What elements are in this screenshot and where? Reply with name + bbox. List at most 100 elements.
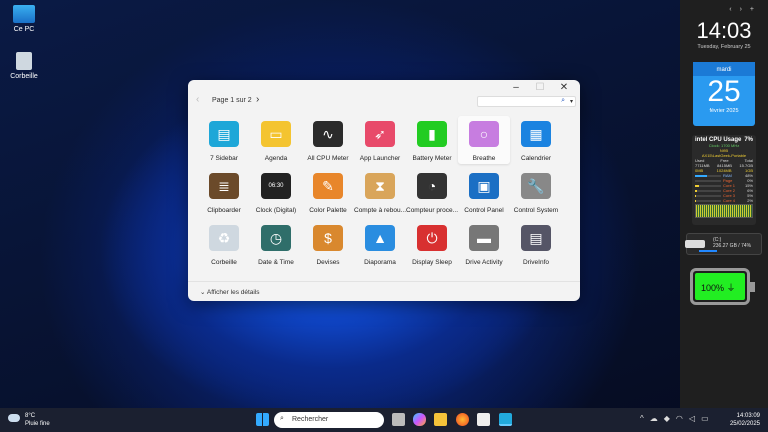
drive-usage-bar [699,250,717,252]
start-button[interactable] [256,413,269,426]
gadget-icon: $ [313,225,343,251]
gadget-item[interactable]: ≣ Clipboarder [198,168,250,216]
gadget-icon: ⧗ [365,173,395,199]
add-gadget-button[interactable]: + [750,6,762,13]
store-icon[interactable] [477,413,490,426]
gadget-item[interactable]: ♻ Corbeille [198,220,250,268]
memory-cell: 0MB [695,168,704,173]
calendar-gadget: mardi 25 février 2025 [693,62,755,126]
task-view-icon[interactable] [392,413,405,426]
desktop-icon-label: Ce PC [13,26,35,33]
battery-icon[interactable]: ▭ [701,414,715,423]
gadget-label: 7 Sidebar [210,155,238,162]
gadget-item[interactable]: ➶ App Launcher [354,116,406,164]
search-input[interactable]: ⌕ [477,96,576,107]
taskbar: 8°C Pluie fine ⌕ Rechercher ^☁◆◠◁▭ 14:03:0… [0,408,768,432]
gadget-label: Compte à rebou... [354,207,406,214]
file-explorer-icon[interactable] [434,413,447,426]
show-details-button[interactable]: ⌄ Afficher les détails [188,281,580,301]
gadget-item[interactable]: ▦ Calendrier [510,116,562,164]
minimize-button[interactable]: – [506,82,526,93]
gadget-item[interactable]: ⧗ Compte à rebou... [354,168,406,216]
cpu-usage-gadget: intel CPU Usage 7% Clock: 1700 MHz Ni95 … [692,135,756,225]
gadget-label: Color Palette [309,207,347,214]
gadget-item[interactable]: $ Devises [302,220,354,268]
gadget-item[interactable]: ✎ Color Palette [302,168,354,216]
clock-date: Tuesday, February 25 [697,44,751,50]
cloud-icon[interactable]: ☁ [650,414,664,423]
sidebar: ‹›+ 14:03 Tuesday, February 25 mardi 25 … [680,0,768,408]
gadget-item[interactable]: ▲ Diaporama [354,220,406,268]
gadget-icon: ◔ [417,173,447,199]
gadget-icon: ♻ [209,225,239,251]
volume-icon[interactable]: ◁ [689,414,701,423]
taskbar-date: 25/02/2025 [729,421,760,427]
gadget-icon: ▦ [521,121,551,147]
show-details-label: Afficher les détails [206,289,260,296]
calendar-month-year: février 2025 [709,108,739,114]
gadget-item[interactable]: ▮ Battery Meter [406,116,458,164]
gadget-icon: ∿ [313,121,343,147]
gadget-label: Breathe [472,155,496,162]
search-box[interactable]: ⌕ Rechercher [274,412,384,428]
clock-time: 14:03 [696,18,752,43]
gadget-icon: ▲ [365,225,395,251]
weather-widget[interactable]: 8°C Pluie fine [8,412,50,428]
prev-page-button[interactable]: ‹ [196,94,199,105]
drive-icon [685,240,705,248]
gadget-item[interactable]: ▭ Agenda [250,116,302,164]
weather-desc: Pluie fine [25,421,50,427]
copilot-icon[interactable] [413,413,426,426]
gadget-icon: ⏻ [417,225,447,251]
search-icon: ⌕ [280,415,284,422]
battery-percent: 100% [701,283,725,293]
next-page-button[interactable]: › [256,94,259,105]
taskbar-clock[interactable]: 14:03:09 25/02/2025 [730,412,760,428]
gadget-item[interactable]: ∿ All CPU Meter [302,116,354,164]
gadget-item[interactable]: 🔧 Control System [510,168,562,216]
plug-icon: ⏚ [726,283,736,293]
desktop-icon-ce-pc[interactable]: Ce PC [4,5,44,33]
search-icon: ⌕ [561,97,565,104]
gadget-item[interactable]: ○ Breathe [458,116,510,164]
firefox-icon[interactable] [456,413,469,426]
computer-icon [13,5,35,23]
gadget-label: Devises [316,259,340,266]
gadget-item[interactable]: ◷ Date & Time [250,220,302,268]
search-dropdown-icon[interactable]: ▾ [570,98,573,105]
gadgets-app-icon[interactable] [499,413,512,426]
desktop-icon-corbeille[interactable]: Corbeille [4,52,44,80]
gadget-label: Calendrier [521,155,551,162]
gadget-label: Date & Time [258,259,294,266]
sidebar-next-button[interactable]: › [740,6,750,13]
gadget-label: Battery Meter [412,155,452,162]
gadget-label: All CPU Meter [307,155,349,162]
tray-icons[interactable]: ^☁◆◠◁▭ [640,414,715,423]
cpu-graph [695,204,753,218]
gadget-item[interactable]: ⏻ Display Sleep [406,220,458,268]
gadget-icon: ▤ [521,225,551,251]
gadget-item[interactable]: ▤ DriveInfo [510,220,562,268]
close-button[interactable]: ✕ [554,82,574,93]
taskbar-time: 14:03:09 [736,413,760,419]
gadget-item[interactable]: ▤ 7 Sidebar [198,116,250,164]
show-hidden-icons-button[interactable]: ^ [640,414,650,423]
gadget-grid: ▤ 7 Sidebar ▭ Agenda ∿ All CPU Meter ➶ App Laun… [198,116,562,268]
memory-table: Used Free Total 7711MB 8415MB 15.7GB 0MB 1024MB… [695,158,753,173]
maximize-button[interactable]: ☐ [530,82,550,93]
gadget-icon: ◷ [261,225,291,251]
gadget-item[interactable]: ▣ Control Panel [458,168,510,216]
gadget-item[interactable]: 06:30 Clock (Digital) [250,168,302,216]
calendar-weekday: mardi [693,62,755,76]
cpu-rows: RAM 48% Page 0% Core 1 15% Core 2 6% Core 3 5% Cor… [695,173,753,203]
recycle-bin-icon [16,52,32,70]
gadget-item[interactable]: ◔ Compteur proce... [406,168,458,216]
security-icon[interactable]: ◆ [664,414,676,423]
gadget-item[interactable]: ▬ Drive Activity [458,220,510,268]
wifi-icon[interactable]: ◠ [676,414,689,423]
sidebar-prev-button[interactable]: ‹ [729,6,739,13]
gadget-label: App Launcher [359,155,401,162]
clock-gadget: 14:03 Tuesday, February 25 [680,18,768,50]
gadget-icon: ▣ [469,173,499,199]
desktop-icon-label: Corbeille [10,73,38,80]
